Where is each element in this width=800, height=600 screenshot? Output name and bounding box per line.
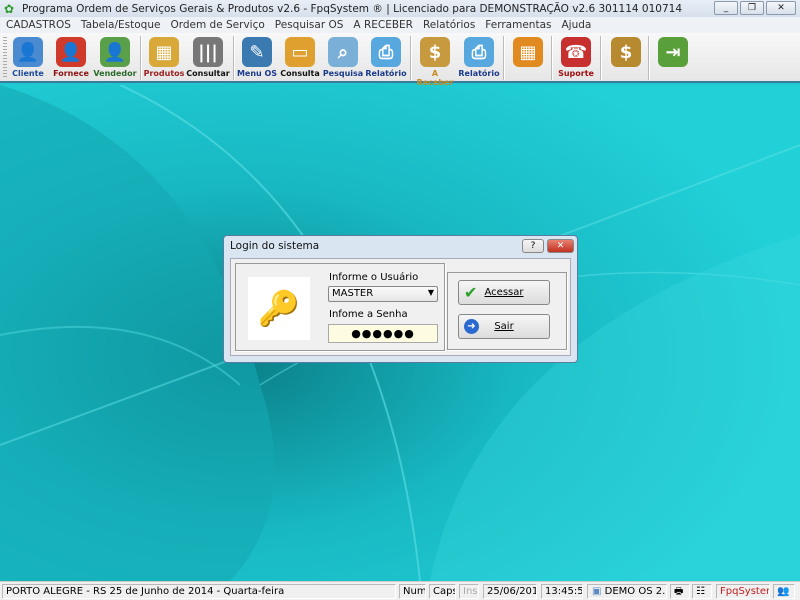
checkmark-icon: ✔: [464, 283, 478, 302]
toolbar-button-menu-os[interactable]: ✎ Menu OS: [235, 35, 279, 81]
printer-icon: ⎙: [464, 37, 494, 67]
toolbar-button-label: Relatório: [365, 69, 407, 78]
menu-relat-rios[interactable]: Relatórios: [423, 19, 475, 31]
toolbar-button-vendedor[interactable]: 👤 Vendedor: [93, 35, 137, 81]
toolbar-button-label: Relatório: [458, 69, 500, 78]
chevron-down-icon: ▼: [427, 288, 434, 297]
window-title: Programa Ordem de Serviços Gerais & Prod…: [22, 2, 683, 15]
printer-icon[interactable]: 🖶: [670, 584, 690, 599]
toolbar-button-label: Vendedor: [93, 69, 137, 78]
menu-ordem-de-servi-o[interactable]: Ordem de Serviço: [170, 19, 264, 31]
toolbar-button-label: Consulta: [280, 69, 320, 78]
coin-icon: $: [611, 37, 641, 67]
toolbar-button-pesquisa[interactable]: ⌕ Pesquisa: [321, 35, 365, 81]
acessar-button[interactable]: ✔ Acessar: [458, 280, 550, 305]
money-bag-icon: $: [420, 37, 450, 67]
status-version: ▣ DEMO OS 2.6: [587, 584, 667, 599]
status-brand: FpqSystem: [716, 584, 770, 599]
login-dialog: Login do sistema ? ✕ 🔑 Informe o Usuário…: [223, 235, 578, 363]
menu-a-receber[interactable]: A RECEBER: [353, 19, 413, 31]
toolbar-button-label: Cliente: [12, 69, 44, 78]
computer-icon: ▣: [592, 586, 602, 597]
user-label: Informe o Usuário: [329, 272, 419, 283]
sair-button[interactable]: ➜ Sair: [458, 314, 550, 339]
toolbar-button-relat-rio[interactable]: ⎙ Relatório: [364, 35, 408, 81]
minimize-button[interactable]: _: [714, 1, 738, 15]
person-red-icon: 👤: [56, 37, 86, 67]
toolbar-button-relat-rio[interactable]: ⎙ Relatório: [457, 35, 501, 81]
toolbar-separator: [551, 36, 553, 80]
status-location: PORTO ALEGRE - RS 25 de Junho de 2014 - …: [2, 584, 396, 599]
toolbar-separator: [648, 36, 650, 80]
status-bar: PORTO ALEGRE - RS 25 de Junho de 2014 - …: [0, 581, 800, 600]
users-icon[interactable]: 👥: [773, 584, 795, 599]
exit-door-icon: ⇥: [658, 37, 688, 67]
toolbar-button-label: Suporte: [558, 69, 594, 78]
app-icon: ✿: [4, 2, 15, 16]
status-time: 13:45:56: [541, 584, 583, 599]
maximize-button[interactable]: ❐: [740, 1, 764, 15]
toolbar: 👤 Cliente 👤 Fornece 👤 Vendedor ▦ Produtos ||| Con…: [0, 33, 800, 87]
status-date: 25/06/2014: [483, 584, 537, 599]
network-icon[interactable]: ☷: [692, 584, 712, 599]
acessar-label: Acessar: [484, 287, 524, 298]
toolbar-button-suporte[interactable]: ☎ Suporte: [554, 35, 598, 81]
toolbar-separator: [503, 36, 505, 80]
toolbar-button-produtos[interactable]: ▦ Produtos: [142, 35, 186, 81]
arrow-right-icon: ➜: [464, 319, 479, 334]
login-key-user-icon: 🔑: [248, 277, 310, 340]
status-num: Num: [399, 584, 426, 599]
toolbar-button-label: Pesquisa: [322, 69, 364, 78]
user-select[interactable]: MASTER ▼: [328, 286, 438, 302]
menu-bar: CADASTROS Tabela/Estoque Ordem de Serviço P…: [0, 17, 800, 33]
menu-ajuda[interactable]: Ajuda: [561, 19, 591, 31]
menu-tabela-estoque[interactable]: Tabela/Estoque: [81, 19, 161, 31]
toolbar-button-cliente[interactable]: 👤 Cliente: [6, 35, 50, 81]
toolbar-button-exit-door[interactable]: ⇥: [651, 35, 695, 81]
toolbar-button-calculator[interactable]: ▦: [506, 35, 550, 81]
toolbar-button-consultar[interactable]: ||| Consultar: [186, 35, 230, 81]
toolbar-button-fornece[interactable]: 👤 Fornece: [49, 35, 93, 81]
drawer-icon: ▭: [285, 37, 315, 67]
toolbar-button-label: Consultar: [186, 69, 230, 78]
dialog-close-button[interactable]: ✕: [547, 239, 574, 253]
person-green-icon: 👤: [100, 37, 130, 67]
toolbar-button-label: Produtos: [143, 69, 185, 78]
toolbar-separator: [410, 36, 412, 80]
title-bar: ✿ Programa Ordem de Serviços Gerais & Pr…: [0, 0, 800, 17]
password-input[interactable]: ●●●●●●: [328, 324, 438, 343]
help-button[interactable]: ?: [522, 239, 544, 253]
password-label: Infome a Senha: [329, 309, 408, 320]
close-button[interactable]: ✕: [766, 1, 796, 15]
status-ins: Ins: [459, 584, 479, 599]
printer-icon: ⎙: [371, 37, 401, 67]
menu-ferramentas[interactable]: Ferramentas: [485, 19, 551, 31]
status-version-text: DEMO OS 2.6: [604, 586, 667, 597]
person-blue-icon: 👤: [13, 37, 43, 67]
magnifier-icon: ⌕: [328, 37, 358, 67]
status-caps: Caps: [429, 584, 456, 599]
sair-label: Sair: [494, 321, 514, 332]
toolbar-separator: [600, 36, 602, 80]
user-select-value: MASTER: [332, 288, 374, 299]
toolbar-button-label: Menu OS: [236, 69, 278, 78]
boxes-icon: ▦: [149, 37, 179, 67]
clipboard-icon: ✎: [242, 37, 272, 67]
menu-pesquisar-os[interactable]: Pesquisar OS: [275, 19, 344, 31]
barcode-icon: |||: [193, 37, 223, 67]
toolbar-button-label: Fornece: [53, 69, 89, 78]
menu-cadastros[interactable]: CADASTROS: [6, 19, 71, 31]
support-icon: ☎: [561, 37, 591, 67]
toolbar-button-consulta[interactable]: ▭ Consulta: [278, 35, 322, 81]
calculator-icon: ▦: [513, 37, 543, 67]
toolbar-button-coin[interactable]: $: [604, 35, 648, 81]
toolbar-button-a-receber[interactable]: $ A Receber: [413, 35, 457, 87]
